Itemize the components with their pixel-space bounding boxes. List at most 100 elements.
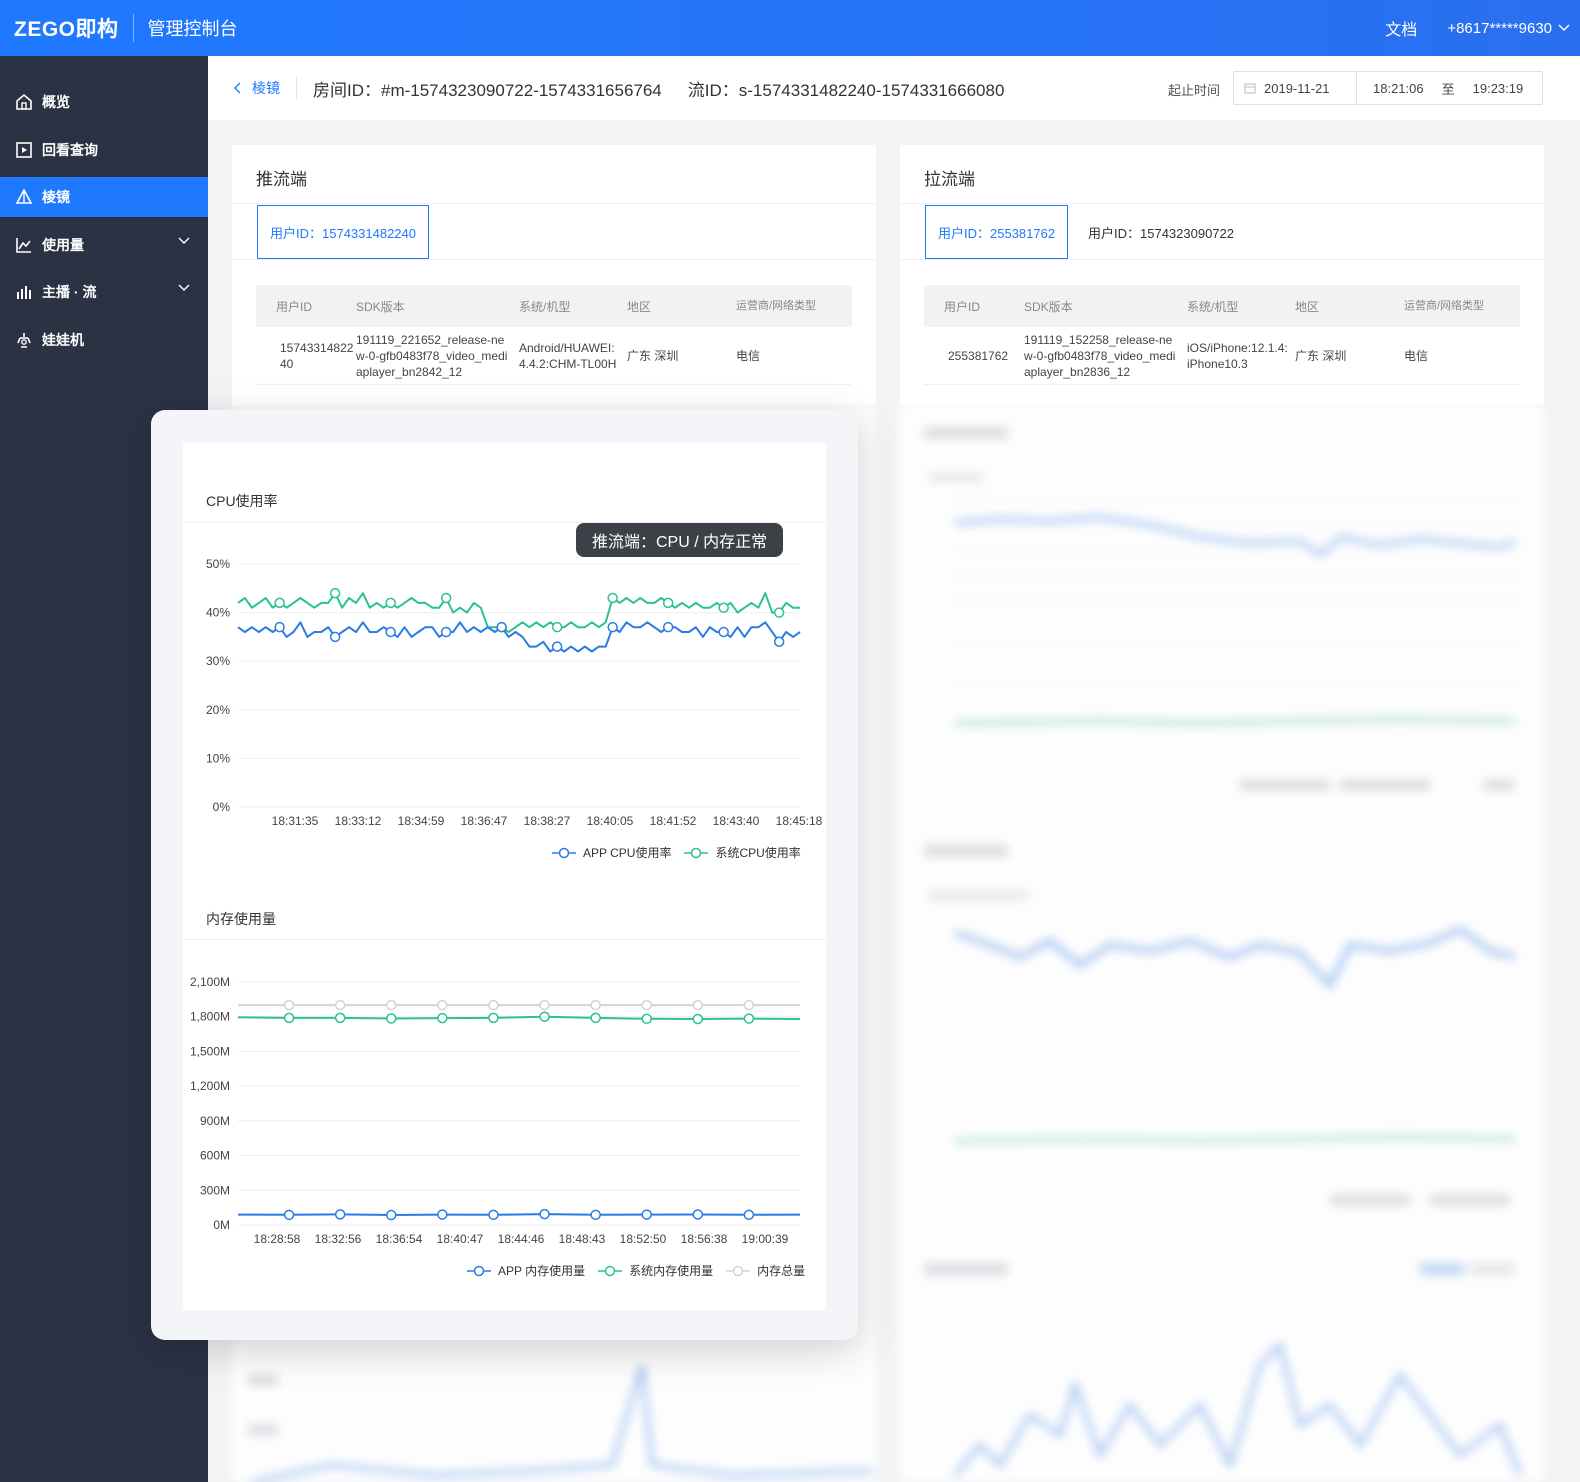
data-point[interactable] — [386, 1209, 397, 1221]
data-point[interactable] — [488, 1209, 499, 1221]
cpu-legend: APP CPU使用率 系统CPU使用率 — [551, 844, 801, 861]
data-point[interactable] — [496, 621, 507, 633]
push-card: 推流端 用户ID：1574331482240 用户ID SDK版本 系统/机型 … — [232, 145, 876, 405]
data-point[interactable] — [274, 621, 285, 633]
data-point[interactable] — [662, 621, 674, 633]
cpu-section-title: CPU使用率 — [206, 493, 278, 509]
push-user-tab[interactable]: 用户ID：1574331482240 — [257, 205, 429, 259]
blurred-chart-art — [900, 405, 1544, 1482]
legend-line-marker-icon — [552, 847, 576, 858]
data-point[interactable] — [334, 999, 346, 1011]
data-point[interactable] — [283, 1012, 295, 1024]
data-point[interactable] — [590, 1012, 601, 1024]
y-tick-label: 600M — [200, 1149, 230, 1163]
data-point[interactable] — [539, 999, 550, 1011]
data-point[interactable] — [607, 592, 618, 604]
data-point[interactable] — [743, 1209, 755, 1221]
data-point[interactable] — [488, 999, 499, 1011]
date-picker[interactable]: 2019-11-21 — [1234, 72, 1357, 104]
col-system: 系统/机型 — [519, 299, 571, 314]
data-point[interactable] — [773, 636, 785, 648]
sidebar-item-prism[interactable]: 棱镜 — [0, 177, 208, 217]
legend-system-memory[interactable]: 系统内存使用量 — [597, 1262, 713, 1279]
data-point[interactable] — [437, 1012, 448, 1024]
data-point[interactable] — [692, 1209, 704, 1220]
back-label: 棱镜 — [252, 80, 280, 96]
cell-sdk: 191119_221652_release-new-0-gfb0483f78_v… — [356, 332, 508, 379]
data-point[interactable] — [641, 1209, 652, 1220]
pull-user-tab-1[interactable]: 用户ID：255381762 — [925, 205, 1069, 259]
pull-user-tab-2[interactable]: 用户ID：1574323090722 — [1076, 205, 1246, 259]
sidebar-item-usage[interactable]: 使用量 — [0, 225, 208, 265]
docs-link[interactable]: 文档 — [1385, 16, 1417, 40]
x-tick-label: 18:32:56 — [315, 1232, 362, 1246]
data-point[interactable] — [743, 999, 755, 1011]
data-point[interactable] — [718, 626, 729, 638]
push-card-title: 推流端 — [256, 170, 307, 189]
cell-system: iOS/iPhone:12.1.4:iPhone10.3 — [1187, 340, 1288, 371]
data-point[interactable] — [641, 1013, 652, 1025]
sidebar-item-claw-machine[interactable]: 娃娃机 — [0, 320, 208, 360]
y-tick-label: 50% — [206, 557, 230, 571]
data-point[interactable] — [692, 1013, 704, 1025]
data-point[interactable] — [283, 1209, 295, 1221]
col-region: 地区 — [627, 299, 652, 314]
sidebar-item-anchor-stream[interactable]: 主播 · 流 — [0, 272, 208, 312]
col-carrier: 运营商/网络类型 — [736, 300, 817, 312]
data-point[interactable] — [718, 602, 729, 613]
data-point[interactable] — [440, 626, 452, 638]
y-tick-label: 1,200M — [190, 1079, 230, 1093]
account-phone: +8617*****9630 — [1447, 19, 1552, 37]
data-point[interactable] — [437, 1209, 448, 1220]
data-point[interactable] — [385, 626, 396, 638]
data-point[interactable] — [283, 999, 295, 1011]
data-point[interactable] — [662, 597, 674, 609]
tab-underline — [232, 259, 876, 260]
legend-app-cpu[interactable]: APP CPU使用率 — [551, 844, 671, 861]
data-point[interactable] — [539, 1011, 550, 1022]
time-range-picker[interactable]: 2019-11-21 18:21:06 至 19:23:19 — [1233, 71, 1543, 105]
data-point[interactable] — [386, 999, 397, 1011]
pull-card: 拉流端 用户ID：255381762 用户ID：1574323090722 用户… — [900, 145, 1544, 405]
sidebar-item-overview[interactable]: 概览 — [0, 82, 208, 122]
data-point[interactable] — [329, 631, 341, 643]
legend-line-marker-icon — [726, 1265, 751, 1276]
legend-system-cpu[interactable]: 系统CPU使用率 — [683, 844, 801, 861]
data-point[interactable] — [590, 1209, 601, 1221]
data-point[interactable] — [440, 592, 452, 604]
time-range[interactable]: 18:21:06 至 19:23:19 — [1357, 79, 1523, 98]
data-point[interactable] — [386, 1013, 397, 1024]
data-point[interactable] — [329, 587, 341, 599]
col-carrier: 运营商/网络类型 — [1404, 300, 1485, 312]
data-point[interactable] — [274, 597, 285, 609]
back-link[interactable]: 棱镜 — [234, 78, 280, 98]
sidebar-item-playback[interactable]: 回看查询 — [0, 130, 208, 170]
data-point[interactable] — [641, 999, 652, 1011]
legend-app-memory[interactable]: APP 内存使用量 — [466, 1262, 585, 1279]
data-point[interactable] — [488, 1012, 499, 1024]
data-point[interactable] — [385, 597, 396, 609]
zego-logo[interactable]: ZEGO即构 — [14, 13, 119, 43]
data-point[interactable] — [607, 621, 618, 633]
legend-total-memory[interactable]: 内存总量 — [725, 1262, 805, 1279]
data-point[interactable] — [437, 999, 448, 1011]
data-point[interactable] — [743, 1013, 755, 1024]
data-point[interactable] — [590, 999, 601, 1011]
data-point[interactable] — [539, 1208, 550, 1220]
card-divider — [900, 203, 1544, 204]
x-tick-label: 18:36:54 — [376, 1232, 423, 1246]
data-point[interactable] — [334, 1012, 346, 1024]
claw-machine-icon — [14, 330, 34, 350]
account-menu[interactable]: +8617*****9630 — [1447, 20, 1570, 37]
y-tick-label: 1,500M — [190, 1044, 230, 1058]
data-point[interactable] — [551, 621, 563, 633]
data-point[interactable] — [551, 641, 563, 652]
data-point[interactable] — [773, 607, 785, 618]
y-tick-label: 20% — [206, 703, 230, 717]
col-system: 系统/机型 — [1187, 299, 1239, 314]
cell-region: 广东 深圳 — [1295, 348, 1347, 363]
data-point[interactable] — [334, 1209, 346, 1220]
legend-line-marker-icon — [598, 1265, 623, 1276]
topbar-right: 文档 +8617*****9630 — [1385, 0, 1570, 56]
data-point[interactable] — [692, 999, 704, 1011]
